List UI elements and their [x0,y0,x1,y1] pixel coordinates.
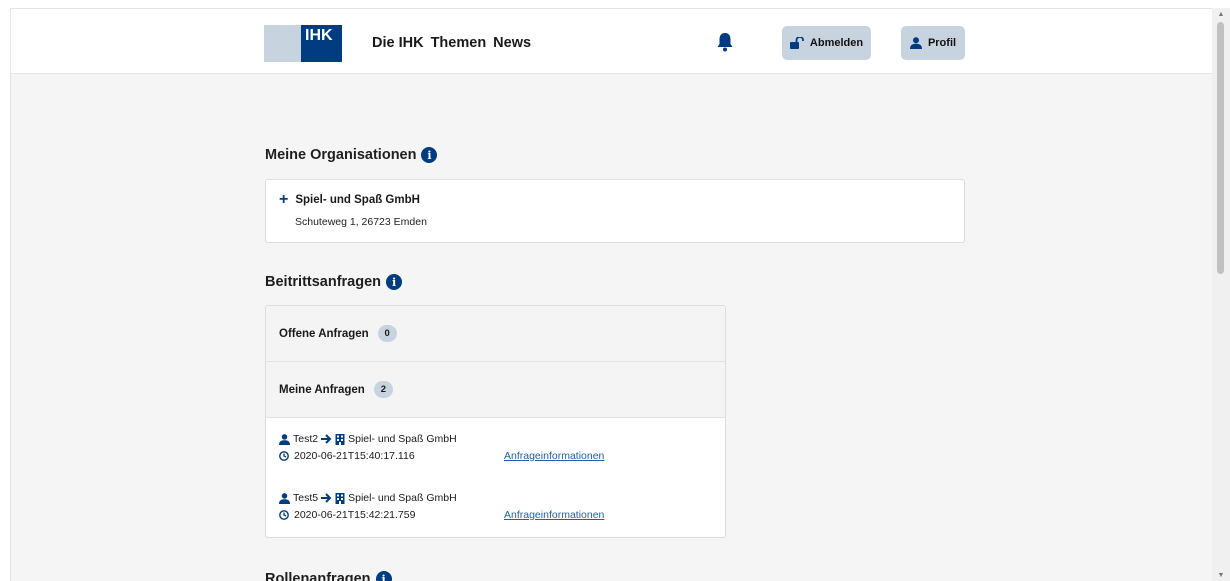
info-icon[interactable]: i [421,147,438,163]
my-requests-count: 2 [373,381,393,398]
clock-icon [279,510,289,520]
request-timestamp: 2020-06-21T15:40:17.116 [294,450,415,462]
organization-name-row[interactable]: + Spiel- und Spaß GmbH [279,192,420,208]
scrollbar-thumb[interactable] [1217,22,1224,274]
arrow-right-icon [321,434,332,444]
tab-my-requests[interactable]: Meine Anfragen 2 [266,362,725,418]
clock-icon [279,451,289,461]
browser-frame: IHK Die IHK Themen News Abmelden Profil … [0,0,1230,581]
nav-item-die-ihk[interactable]: Die IHK [372,35,424,51]
unlock-icon [789,37,804,49]
vertical-scrollbar[interactable]: ▲ ▼ [1212,8,1230,581]
request-user: Test5 [293,492,319,504]
user-icon [279,492,290,504]
logout-label: Abmelden [809,37,864,49]
organizations-title: Meine Organisationen i [265,147,438,163]
my-requests-label: Meine Anfragen [279,383,365,396]
building-icon [335,433,345,445]
join-requests-title: Beitrittsanfragen i [265,274,403,290]
role-requests-title-text: Rollenanfragen [265,571,371,581]
tab-open-requests[interactable]: Offene Anfragen 0 [266,306,725,362]
site-header: IHK Die IHK Themen News Abmelden Profil [11,9,1212,74]
request-route: Test5 Spiel- und Spaß GmbH [279,492,457,504]
role-requests-title: Rollenanfragen i [265,571,392,581]
building-icon [335,492,345,504]
open-requests-count: 0 [377,325,397,342]
main-nav: Die IHK Themen News [372,35,531,51]
scroll-up-icon[interactable]: ▲ [1217,10,1225,18]
request-info-link[interactable]: Anfrageinformationen [504,450,604,462]
user-icon [909,37,922,49]
request-timestamp: 2020-06-21T15:42:21.759 [294,509,416,521]
plus-icon[interactable]: + [279,192,288,208]
logo-text: IHK [305,27,333,44]
ihk-logo[interactable]: IHK [264,25,342,62]
profile-label: Profil [927,37,957,49]
request-time-row: 2020-06-21T15:42:21.759 [279,509,415,521]
request-org: Spiel- und Spaß GmbH [348,492,457,504]
list-item: Test2 Spiel- und Spaß GmbH 2020-06-21T15… [279,433,719,465]
list-item: Test5 Spiel- und Spaß GmbH 2020-06-21T15… [279,492,719,524]
info-icon[interactable]: i [375,571,392,581]
bell-icon[interactable] [716,32,734,52]
organizations-title-text: Meine Organisationen [265,147,417,163]
organization-name: Spiel- und Spaß GmbH [295,194,420,206]
nav-item-themen[interactable]: Themen [431,35,487,51]
organization-card: + Spiel- und Spaß GmbH Schuteweg 1, 2672… [265,179,965,243]
page-viewport: IHK Die IHK Themen News Abmelden Profil … [10,8,1212,581]
request-org: Spiel- und Spaß GmbH [348,433,457,445]
nav-item-news[interactable]: News [493,35,531,51]
request-time-row: 2020-06-21T15:40:17.116 [279,450,415,462]
organization-address: Schuteweg 1, 26723 Emden [295,216,427,228]
logout-button[interactable]: Abmelden [782,26,871,60]
user-icon [279,433,290,445]
request-info-link[interactable]: Anfrageinformationen [504,509,604,521]
arrow-right-icon [321,493,332,503]
info-icon[interactable]: i [386,274,403,290]
scroll-down-icon[interactable]: ▼ [1217,571,1225,579]
request-route: Test2 Spiel- und Spaß GmbH [279,433,457,445]
profile-button[interactable]: Profil [901,26,965,60]
open-requests-label: Offene Anfragen [279,327,369,340]
request-user: Test2 [293,433,319,445]
join-requests-card: Offene Anfragen 0 Meine Anfragen 2 Test2 [265,305,726,538]
join-requests-title-text: Beitrittsanfragen [265,274,382,290]
